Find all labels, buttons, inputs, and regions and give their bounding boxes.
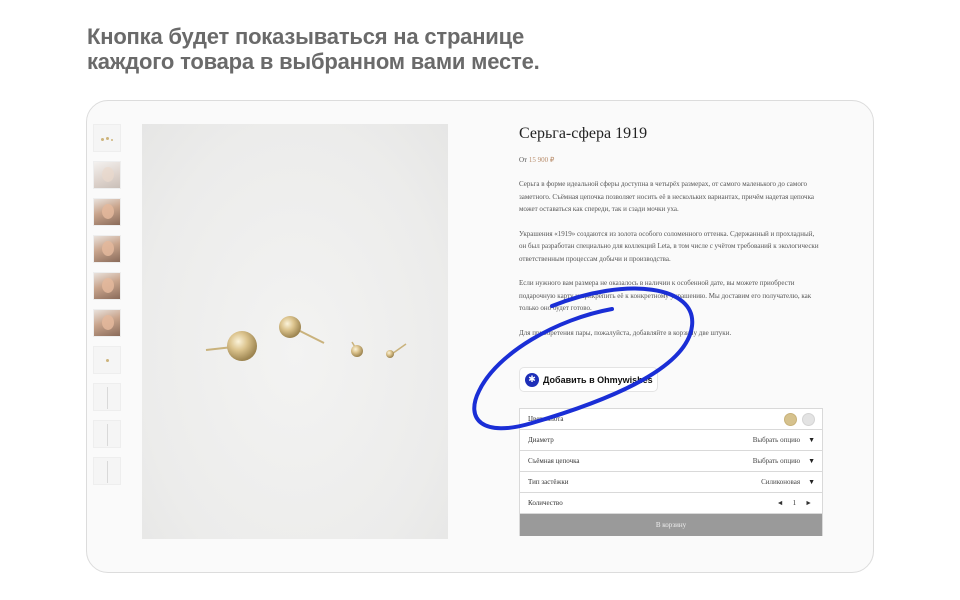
- quantity-value: 1: [792, 499, 797, 507]
- quantity-decrease-icon[interactable]: ◄: [774, 499, 787, 507]
- ohmywishes-logo-icon: ✱: [525, 372, 539, 387]
- option-value: Выбрать опцию: [752, 436, 801, 444]
- headline-line-2: каждого товара в выбранном вами месте.: [87, 49, 540, 74]
- quantity-stepper: ◄ 1 ►: [774, 499, 815, 507]
- description-paragraph: Украшения «1919» создаются из золота осо…: [519, 229, 819, 263]
- option-quantity: Количество ◄ 1 ►: [520, 493, 822, 514]
- thumbnail-earring-single[interactable]: [93, 346, 121, 374]
- option-label: Тип застёжки: [528, 478, 569, 486]
- main-product-photo: [142, 124, 448, 539]
- option-label: Цвет золота: [528, 415, 564, 423]
- thumbnail-model-4[interactable]: [93, 272, 121, 300]
- add-to-cart-button[interactable]: В корзину: [520, 514, 822, 536]
- thumbnail-chain-1[interactable]: [93, 383, 121, 411]
- thumbnail-model-5[interactable]: [93, 309, 121, 337]
- thumbnail-model-3[interactable]: [93, 235, 121, 263]
- swatch-gold[interactable]: [784, 412, 797, 426]
- add-to-ohmywishes-label: Добавить в Ohmywishes: [543, 374, 653, 385]
- description-paragraph: Если нужного вам размера не оказалось в …: [519, 279, 812, 312]
- quantity-increase-icon[interactable]: ►: [802, 499, 815, 507]
- description-paragraph: Серьга в форме идеальной сферы доступна …: [519, 180, 814, 213]
- add-to-ohmywishes-button[interactable]: ✱ Добавить в Ohmywishes: [519, 367, 658, 392]
- description-paragraph: Для приобретения пары, пожалуйста, добав…: [519, 328, 732, 337]
- option-value: Силиконовая: [761, 478, 801, 486]
- product-title: Серьга-сфера 1919: [519, 125, 648, 142]
- option-gold-color: Цвет золота: [520, 409, 822, 430]
- product-price: От 15 900 ₽: [519, 156, 821, 164]
- dropdown-arrow-icon: ▼: [808, 478, 815, 486]
- dropdown-arrow-icon: ▼: [808, 436, 815, 444]
- thumbnail-chain-2[interactable]: [93, 420, 121, 448]
- thumbnail-model-2[interactable]: [93, 198, 121, 226]
- swatch-silver[interactable]: [802, 412, 815, 426]
- earring-sphere-medium: [279, 316, 301, 338]
- earring-sphere-large: [227, 331, 257, 361]
- option-diameter[interactable]: Диаметр Выбрать опцию ▼: [520, 430, 822, 451]
- headline-line-1: Кнопка будет показываться на странице: [87, 24, 524, 49]
- option-label: Съёмная цепочка: [528, 457, 580, 465]
- dropdown-arrow-icon: ▼: [808, 457, 815, 465]
- earring-sphere-tiny: [386, 350, 394, 358]
- headline: Кнопка будет показываться на странице ка…: [87, 24, 787, 74]
- option-removable-chain[interactable]: Съёмная цепочка Выбрать опцию ▼: [520, 451, 822, 472]
- option-label: Диаметр: [528, 436, 554, 444]
- thumbnail-strip: [93, 124, 123, 494]
- thumbnail-earrings[interactable]: [93, 124, 121, 152]
- option-label: Количество: [528, 499, 563, 507]
- earring-sphere-small: [351, 345, 363, 357]
- product-page-mockup: Серьга-сфера 1919 От 15 900 ₽ Серьга в ф…: [86, 100, 874, 573]
- product-description: Серьга в форме идеальной сферы доступна …: [519, 178, 821, 339]
- option-clasp-type[interactable]: Тип застёжки Силиконовая ▼: [520, 472, 822, 493]
- price-amount: 15 900 ₽: [528, 156, 555, 164]
- price-prefix: От: [519, 156, 528, 164]
- product-info: Серьга-сфера 1919 От 15 900 ₽ Серьга в ф…: [519, 124, 821, 339]
- thumbnail-chain-3[interactable]: [93, 457, 121, 485]
- option-value: Выбрать опцию: [752, 457, 801, 465]
- earrings-image: [205, 316, 407, 361]
- product-options: Цвет золота Диаметр Выбрать опцию ▼ Съём…: [519, 408, 823, 536]
- thumbnail-model-1[interactable]: [93, 161, 121, 189]
